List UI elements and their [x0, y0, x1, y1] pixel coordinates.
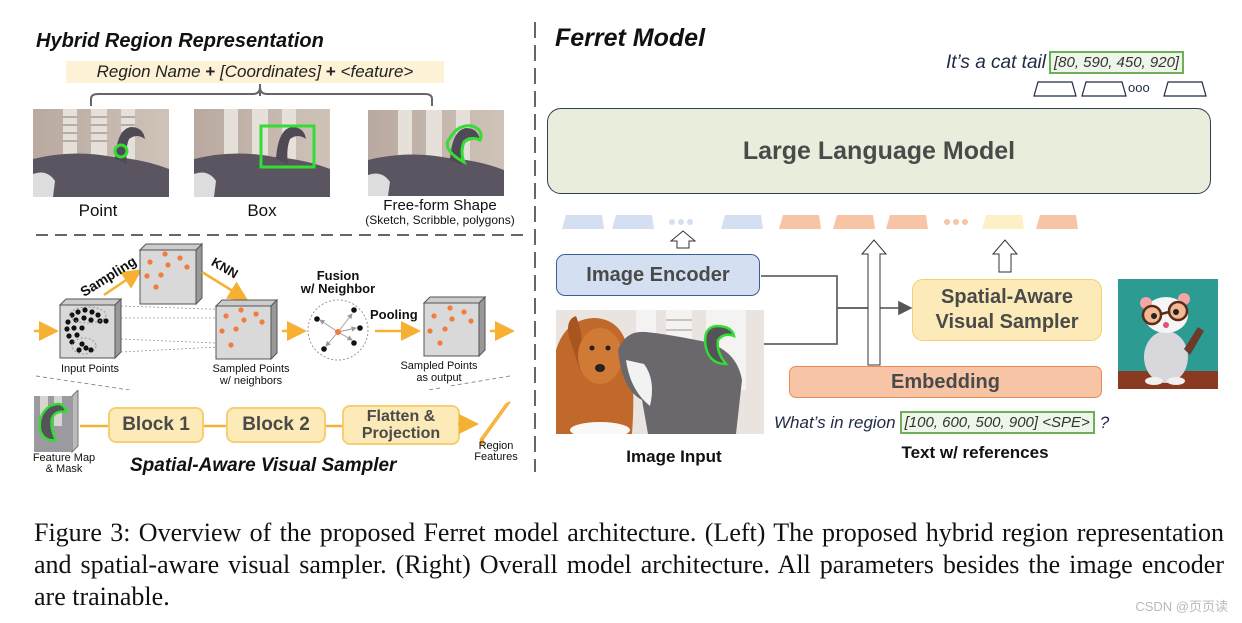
sampled-output-label-2: as output: [416, 372, 462, 384]
query-coordinates: [100, 600, 500, 900] <SPE>: [899, 411, 1095, 434]
knn-label: KNN: [209, 254, 241, 281]
ferret-cartoon-image: [1118, 279, 1218, 389]
sampler-up-arrow: [991, 239, 1019, 273]
formula-coordinates: [Coordinates]: [220, 62, 322, 81]
flatten-projection-block: Flatten & Projection: [342, 405, 460, 445]
cat-image-freeform: [368, 110, 504, 196]
region-formula: Region Name + [Coordinates] + <feature>: [66, 61, 444, 83]
sampled-points-cube: [138, 242, 204, 306]
spatial-aware-sampler-box: Spatial-Aware Visual Sampler: [912, 279, 1102, 341]
sampled-neighbors-cube: [214, 298, 279, 361]
formula-feature: <feature>: [340, 62, 414, 81]
input-points-label: Input Points: [60, 363, 120, 375]
query-suffix: ?: [1099, 412, 1110, 432]
formula-region-name: Region Name: [96, 62, 201, 81]
spatial-sampler-subtitle: Spatial-Aware Visual Sampler: [130, 455, 397, 476]
block-2: Block 2: [226, 407, 326, 443]
image-encoder-label: Image Encoder: [586, 263, 730, 286]
fusion-label-2: w/ Neighbor: [300, 281, 375, 296]
curly-brace: [90, 84, 433, 106]
freeform-label: Free-form Shape: [383, 197, 497, 214]
image-input-label: Image Input: [626, 447, 722, 466]
output-coordinates: [80, 590, 450, 920]: [1048, 51, 1185, 74]
sampler-label-2: Visual Sampler: [935, 311, 1079, 333]
sampled-output-label-1: Sampled Points: [400, 360, 478, 372]
image-encoder-box: Image Encoder: [556, 254, 760, 296]
sampled-neighbors-label-1: Sampled Points: [212, 363, 290, 375]
output-text: It’s a cat tail: [946, 51, 1046, 73]
flatten-label: Flatten &: [366, 408, 436, 425]
embedding-up-arrow: [860, 239, 888, 366]
hybrid-region-title: Hybrid Region Representation: [36, 30, 324, 52]
horizontal-divider: [36, 234, 530, 236]
feature-map-label-2: & Mask: [45, 463, 83, 475]
sampler-label-1: Spatial-Aware: [941, 286, 1073, 308]
block-1: Block 1: [108, 407, 204, 443]
sampled-neighbors-label-2: w/ neighbors: [219, 375, 283, 387]
pooling-label: Pooling: [370, 307, 418, 322]
query-prefix: What’s in region: [774, 412, 896, 432]
vertical-divider: [534, 22, 536, 472]
formula-plus: +: [325, 62, 336, 81]
box-label: Box: [247, 201, 277, 220]
point-label: Point: [78, 201, 118, 220]
ferret-model-title: Ferret Model: [555, 24, 706, 52]
llm-label: Large Language Model: [742, 136, 1016, 165]
large-language-model-box: Large Language Model: [547, 108, 1211, 194]
freeform-sublabel: (Sketch, Scribble, polygons): [365, 213, 515, 227]
embedding-box: Embedding: [789, 366, 1102, 398]
query-text: What’s in region [100, 600, 500, 900] <S…: [774, 411, 1109, 434]
sampled-output-cube: [422, 295, 487, 358]
cat-image-box: [194, 109, 330, 197]
dog-cat-image: [556, 310, 764, 434]
output-ellipsis: ooo: [1128, 80, 1150, 95]
cat-image-point: [33, 109, 169, 197]
model-output: It’s a cat tail [80, 590, 450, 920]: [946, 51, 1185, 74]
region-features-label-2: Features: [474, 451, 518, 463]
embedding-label: Embedding: [891, 370, 1000, 393]
feature-map-cube: [34, 390, 79, 454]
encoder-up-arrow: [669, 230, 697, 249]
formula-plus: +: [205, 62, 216, 81]
input-points-cube: [58, 297, 123, 360]
output-tokens: [1033, 81, 1207, 97]
fusion-neighbor-circle: [307, 299, 369, 361]
figure-caption: Figure 3: Overview of the proposed Ferre…: [34, 518, 1224, 611]
projection-label: Projection: [361, 425, 441, 442]
text-references-label: Text w/ references: [901, 443, 1049, 462]
csdn-watermark: CSDN @页页读: [1135, 599, 1228, 614]
